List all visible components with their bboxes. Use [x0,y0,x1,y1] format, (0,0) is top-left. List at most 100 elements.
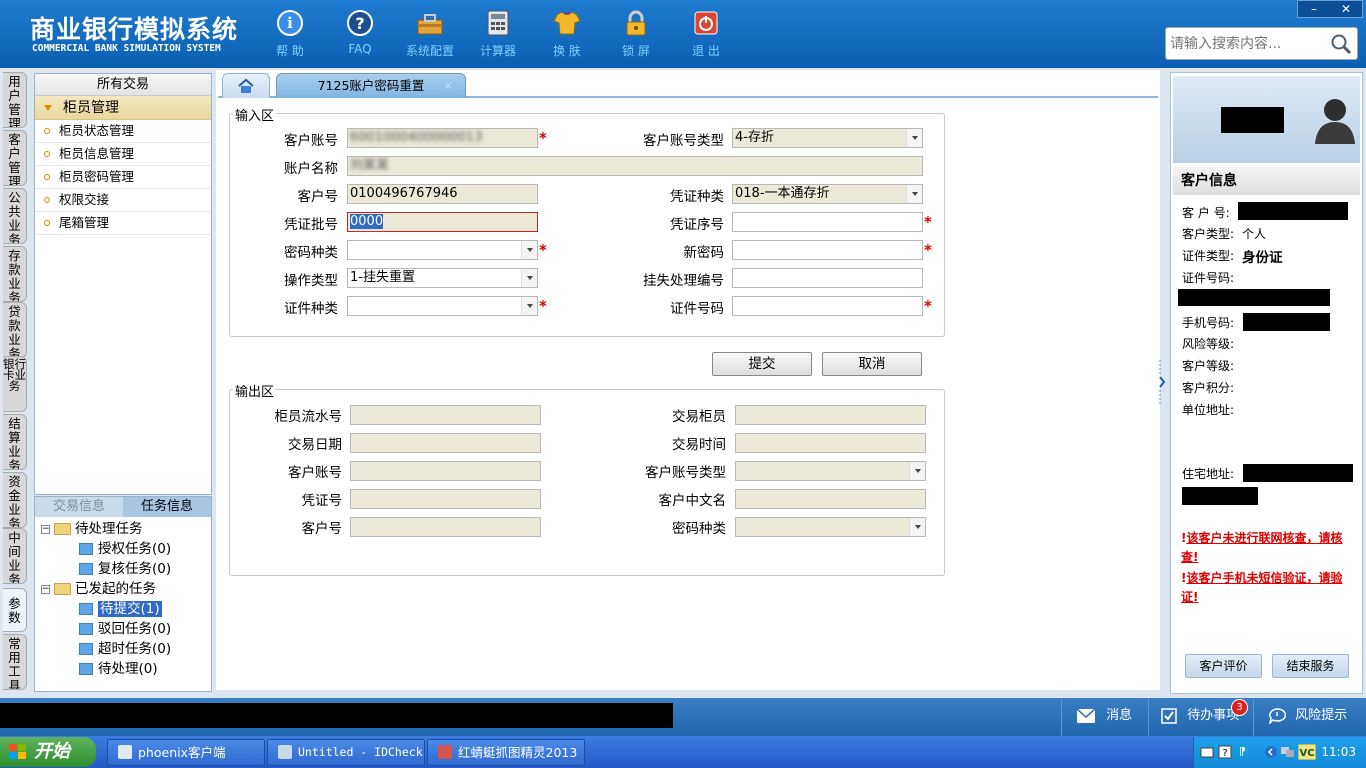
help-tray-icon[interactable]: ? [1218,745,1232,759]
tx-date-field[interactable] [350,433,541,453]
dropdown-arrow-icon[interactable] [909,462,925,480]
change-skin-label: 换 肤 [553,44,581,58]
collapse-icon[interactable]: − [41,524,50,534]
out-cust-account-field[interactable] [350,461,541,481]
all-transactions-header[interactable]: 所有交易 [35,74,211,96]
dropdown-arrow-icon[interactable] [521,269,537,287]
nav-bank-card[interactable]: 银行卡业务 [3,356,27,412]
ime-icon[interactable]: ⁋ [1236,743,1250,759]
system-config-button[interactable]: 系统配置 [398,6,462,62]
id-no-field[interactable] [732,296,923,316]
warning-sms-verify[interactable]: !该客户手机未短信验证，请验证! [1181,569,1359,607]
tree-timeout[interactable]: 超时任务(0) [79,639,171,659]
voucher-batch-field[interactable]: 0000 [347,212,538,232]
warning-network-check[interactable]: !该客户未进行联网核查，请核查! [1181,529,1359,567]
task-capture-tool[interactable]: 红蜻蜓抓图精灵2013 [427,739,585,766]
tab-transaction-info[interactable]: 交易信息 [35,497,123,517]
tree-to-process[interactable]: 待处理(0) [79,659,158,679]
calculator-button[interactable]: 计算器 [466,6,530,62]
dropdown-arrow-icon[interactable] [906,185,922,203]
search-icon[interactable] [1330,33,1352,59]
account-name-field[interactable]: 刘某某 [347,156,923,176]
risk-alert-button[interactable]: 风险提示 [1253,698,1366,736]
nav-user-mgmt[interactable]: 用户管理 [3,72,27,128]
pwd-type-select[interactable] [347,240,538,260]
svg-text:VC: VC [1299,748,1314,759]
dropdown-arrow-icon[interactable] [521,241,537,259]
start-button[interactable]: 开始 [0,737,96,767]
minimize-button[interactable]: – [1298,1,1330,17]
chevron-left-icon[interactable] [1264,745,1278,759]
close-tab-icon[interactable]: × [444,74,453,97]
new-pwd-field[interactable] [732,240,923,260]
op-type-select[interactable]: 1-挂失重置 [347,268,538,288]
teller-mgmt-group[interactable]: 柜员管理 [35,96,211,120]
end-service-button[interactable]: 结束服务 [1272,654,1349,678]
id-type-label: 证件种类 [284,301,338,317]
task-phoenix-client[interactable]: phoenix客户端 [107,739,265,766]
tree-to-submit[interactable]: 待提交(1) [79,599,162,619]
ci-points-label: 客户积分: [1182,381,1235,395]
change-skin-button[interactable]: 换 肤 [535,6,599,62]
tree-review-tasks[interactable]: 复核任务(0) [79,559,171,579]
cancel-button[interactable]: 取消 [822,352,922,376]
tab-7125-password-reset[interactable]: 7125账户密码重置 × [276,73,466,98]
nav-settlement[interactable]: 结算业务 [3,414,27,470]
messages-button[interactable]: 消息 [1061,698,1147,736]
nav-loan-business[interactable]: 贷款业务 [3,302,27,358]
dropdown-arrow-icon[interactable] [909,518,925,536]
rate-customer-button[interactable]: 客户评价 [1185,654,1262,678]
voucher-seq-field[interactable] [732,212,923,232]
out-cust-no-field[interactable] [350,517,541,537]
tx-teller-field[interactable] [735,405,926,425]
cust-account-field[interactable]: 6001000400000013 [347,128,538,148]
tree-initiated-tasks[interactable]: − 已发起的任务 [41,579,156,599]
dropdown-arrow-icon[interactable] [906,129,922,147]
menu-label: 柜员状态管理 [59,123,135,138]
menu-teller-status[interactable]: 柜员状态管理 [35,120,211,143]
network-icon[interactable] [1280,745,1296,759]
teller-seq-field[interactable] [350,405,541,425]
bullet-icon [44,128,50,134]
cust-account-type-select[interactable]: 4-存折 [732,128,923,148]
voucher-type-select[interactable]: 018-一本通存折 [732,184,923,204]
cust-cn-name-field[interactable] [735,489,926,509]
menu-teller-info[interactable]: 柜员信息管理 [35,143,211,166]
nav-funds[interactable]: 资金业务 [3,472,27,528]
voucher-no-field[interactable] [350,489,541,509]
close-window-button[interactable]: ✕ [1330,1,1362,17]
dropdown-arrow-icon[interactable] [521,297,537,315]
collapse-icon[interactable]: − [41,584,50,594]
faq-button[interactable]: ? FAQ [328,6,392,62]
out-pwd-type-select[interactable] [735,517,926,537]
keyboard-icon[interactable] [1200,745,1214,759]
lock-screen-button[interactable]: 锁 屏 [604,6,668,62]
tab-task-info[interactable]: 任务信息 [123,497,211,517]
cust-no-field[interactable]: 0100496767946 [347,184,538,204]
tree-auth-tasks[interactable]: 授权任务(0) [79,539,171,559]
home-tab[interactable] [222,73,270,98]
nav-intermediary[interactable]: 中间业务 [3,528,27,584]
id-type-select[interactable] [347,296,538,316]
home-icon [238,78,254,93]
tree-pending-tasks[interactable]: − 待处理任务 [41,519,143,539]
loss-no-field[interactable] [732,268,923,288]
tree-rejected[interactable]: 驳回任务(0) [79,619,171,639]
menu-permission-handover[interactable]: 权限交接 [35,189,211,212]
nav-deposit-business[interactable]: 存款业务 [3,246,27,302]
nav-public-business[interactable]: 公共业务 [3,188,27,244]
nav-customer-mgmt[interactable]: 客户管理 [3,130,27,186]
task-idcheck[interactable]: Untitled - IDCheck [267,739,425,766]
nav-common-tools[interactable]: 常用工具 [3,634,27,690]
menu-teller-password[interactable]: 柜员密码管理 [35,166,211,189]
search-input[interactable] [1170,34,1330,54]
nav-params[interactable]: 参数 [3,588,27,632]
menu-tail-box[interactable]: 尾箱管理 [35,212,211,235]
out-cust-account-type-select[interactable] [735,461,926,481]
panel-collapse-handle[interactable] [1159,360,1167,404]
help-button[interactable]: i 帮 助 [258,6,322,62]
exit-button[interactable]: 退 出 [674,6,738,62]
tx-time-field[interactable] [735,433,926,453]
submit-button[interactable]: 提交 [712,352,812,376]
vc-icon[interactable]: VC [1298,744,1316,760]
